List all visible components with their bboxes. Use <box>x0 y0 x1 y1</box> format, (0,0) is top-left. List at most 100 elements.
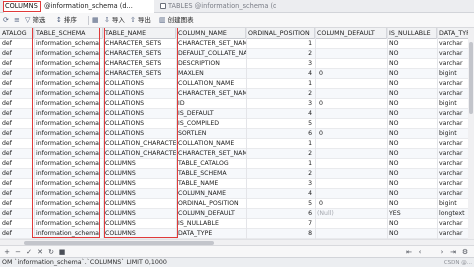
cell-catalog[interactable]: def <box>0 119 34 129</box>
cell-is-nullable[interactable]: NO <box>387 59 437 69</box>
cell-ordinal-position[interactable]: 1 <box>246 139 315 149</box>
cell-column-default[interactable] <box>315 119 387 129</box>
cell-column-name[interactable]: MAXLEN <box>176 69 246 79</box>
cell-ordinal-position[interactable]: 1 <box>246 39 315 49</box>
cell-data-type[interactable]: longtext <box>437 209 468 219</box>
cell-ordinal-position[interactable]: 2 <box>246 89 315 99</box>
col-header-catalog[interactable]: ATALOG <box>0 28 34 39</box>
cell-ordinal-position[interactable]: 4 <box>246 189 315 199</box>
cell-column-name[interactable]: CHARACTER_SET_NAME <box>176 39 246 49</box>
cell-data-type[interactable]: varchar <box>437 119 468 129</box>
cell-is-nullable[interactable]: NO <box>387 49 437 59</box>
cell-column-default[interactable] <box>315 109 387 119</box>
cell-column-default[interactable] <box>315 79 387 89</box>
cell-is-nullable[interactable]: NO <box>387 99 437 109</box>
cell-ordinal-position[interactable]: 2 <box>246 169 315 179</box>
cell-is-nullable[interactable]: NO <box>387 129 437 139</box>
cell-ordinal-position[interactable]: 4 <box>246 69 315 79</box>
col-header-ordinal-position[interactable]: ORDINAL_POSITION <box>246 28 315 39</box>
cell-is-nullable[interactable]: NO <box>387 159 437 169</box>
transaction-button[interactable]: ⟳ <box>3 15 11 26</box>
cell-column-default[interactable] <box>315 49 387 59</box>
cell-column-name[interactable]: COLUMN_NAME <box>176 189 246 199</box>
apply-button[interactable]: ✓ <box>24 247 34 257</box>
cell-is-nullable[interactable]: NO <box>387 39 437 49</box>
cell-is-nullable[interactable]: NO <box>387 169 437 179</box>
cell-catalog[interactable]: def <box>0 199 34 209</box>
cell-ordinal-position[interactable]: 3 <box>246 59 315 69</box>
cell-column-default[interactable] <box>315 149 387 159</box>
cell-catalog[interactable]: def <box>0 109 34 119</box>
cell-column-default[interactable] <box>315 59 387 69</box>
cell-column-default[interactable]: 0 <box>315 69 387 79</box>
cell-is-nullable[interactable]: NO <box>387 119 437 129</box>
cell-data-type[interactable]: varchar <box>437 179 468 189</box>
cell-column-default[interactable] <box>315 179 387 189</box>
cell-data-type[interactable]: bigint <box>437 99 468 109</box>
cell-column-name[interactable]: DESCRIPTION <box>176 59 246 69</box>
cell-catalog[interactable]: def <box>0 79 34 89</box>
cell-catalog[interactable]: def <box>0 179 34 189</box>
cell-ordinal-position[interactable]: 5 <box>246 199 315 209</box>
col-header-column-default[interactable]: COLUMN_DEFAULT <box>315 28 387 39</box>
cell-column-default[interactable] <box>315 39 387 49</box>
cell-data-type[interactable]: bigint <box>437 69 468 79</box>
cell-is-nullable[interactable]: NO <box>387 179 437 189</box>
cell-catalog[interactable]: def <box>0 59 34 69</box>
cell-data-type[interactable]: varchar <box>437 169 468 179</box>
column-button[interactable]: ▦ <box>92 15 101 26</box>
refresh-button[interactable]: ↻ <box>46 247 56 257</box>
cell-data-type[interactable]: varchar <box>437 219 468 229</box>
cell-column-default[interactable] <box>315 189 387 199</box>
cell-catalog[interactable]: def <box>0 149 34 159</box>
cell-column-name[interactable]: ID <box>176 99 246 109</box>
cell-column-name[interactable]: DEFAULT_COLLATE_NAM <box>176 49 246 59</box>
cell-is-nullable[interactable]: NO <box>387 219 437 229</box>
export-button[interactable]: ⇧ 导出 <box>130 15 151 26</box>
cell-column-name[interactable]: SORTLEN <box>176 129 246 139</box>
cell-catalog[interactable]: def <box>0 139 34 149</box>
cell-column-name[interactable]: ORDINAL_POSITION <box>176 199 246 209</box>
cell-data-type[interactable]: varchar <box>437 59 468 69</box>
last-page-button[interactable]: ⇥ <box>448 247 458 257</box>
text-view-button[interactable]: ≡ <box>14 15 22 26</box>
cell-column-name[interactable]: TABLE_CATALOG <box>176 159 246 169</box>
create-chart-button[interactable]: ▥ 创建图表 <box>159 15 194 26</box>
cell-data-type[interactable]: bigint <box>437 199 468 209</box>
cell-data-type[interactable]: bigint <box>437 129 468 139</box>
cell-column-name[interactable]: COLLATION_NAME <box>176 139 246 149</box>
cell-column-name[interactable]: TABLE_NAME <box>176 179 246 189</box>
sort-button[interactable]: ↕ 排序 <box>56 15 77 26</box>
cell-is-nullable[interactable]: NO <box>387 149 437 159</box>
cell-data-type[interactable]: varchar <box>437 139 468 149</box>
cell-is-nullable[interactable]: NO <box>387 79 437 89</box>
cell-data-type[interactable]: varchar <box>437 149 468 159</box>
cell-column-name[interactable]: TABLE_SCHEMA <box>176 169 246 179</box>
cell-ordinal-position[interactable]: 4 <box>246 109 315 119</box>
cell-is-nullable[interactable]: NO <box>387 229 437 239</box>
cell-data-type[interactable]: varchar <box>437 79 468 89</box>
cell-catalog[interactable]: def <box>0 209 34 219</box>
cell-column-name[interactable]: COLLATION_NAME <box>176 79 246 89</box>
cell-ordinal-position[interactable]: 6 <box>246 209 315 219</box>
cell-column-default[interactable]: 0 <box>315 129 387 139</box>
cell-column-default[interactable] <box>315 219 387 229</box>
cell-ordinal-position[interactable]: 1 <box>246 159 315 169</box>
cell-is-nullable[interactable]: NO <box>387 69 437 79</box>
cell-catalog[interactable]: def <box>0 159 34 169</box>
vertical-scrollbar[interactable] <box>468 28 474 239</box>
first-page-button[interactable]: ⇤ <box>404 247 414 257</box>
cell-catalog[interactable]: def <box>0 169 34 179</box>
cell-data-type[interactable]: varchar <box>437 159 468 169</box>
cell-column-name[interactable]: CHARACTER_SET_NAME <box>176 89 246 99</box>
cell-ordinal-position[interactable]: 2 <box>246 49 315 59</box>
cell-data-type[interactable]: varchar <box>437 189 468 199</box>
cell-catalog[interactable]: def <box>0 189 34 199</box>
import-button[interactable]: ⇩ 导入 <box>104 15 125 26</box>
cell-catalog[interactable]: def <box>0 89 34 99</box>
cell-data-type[interactable]: varchar <box>437 89 468 99</box>
cell-is-nullable[interactable]: NO <box>387 89 437 99</box>
delete-record-button[interactable]: − <box>13 247 23 257</box>
cell-catalog[interactable]: def <box>0 129 34 139</box>
cell-catalog[interactable]: def <box>0 99 34 109</box>
